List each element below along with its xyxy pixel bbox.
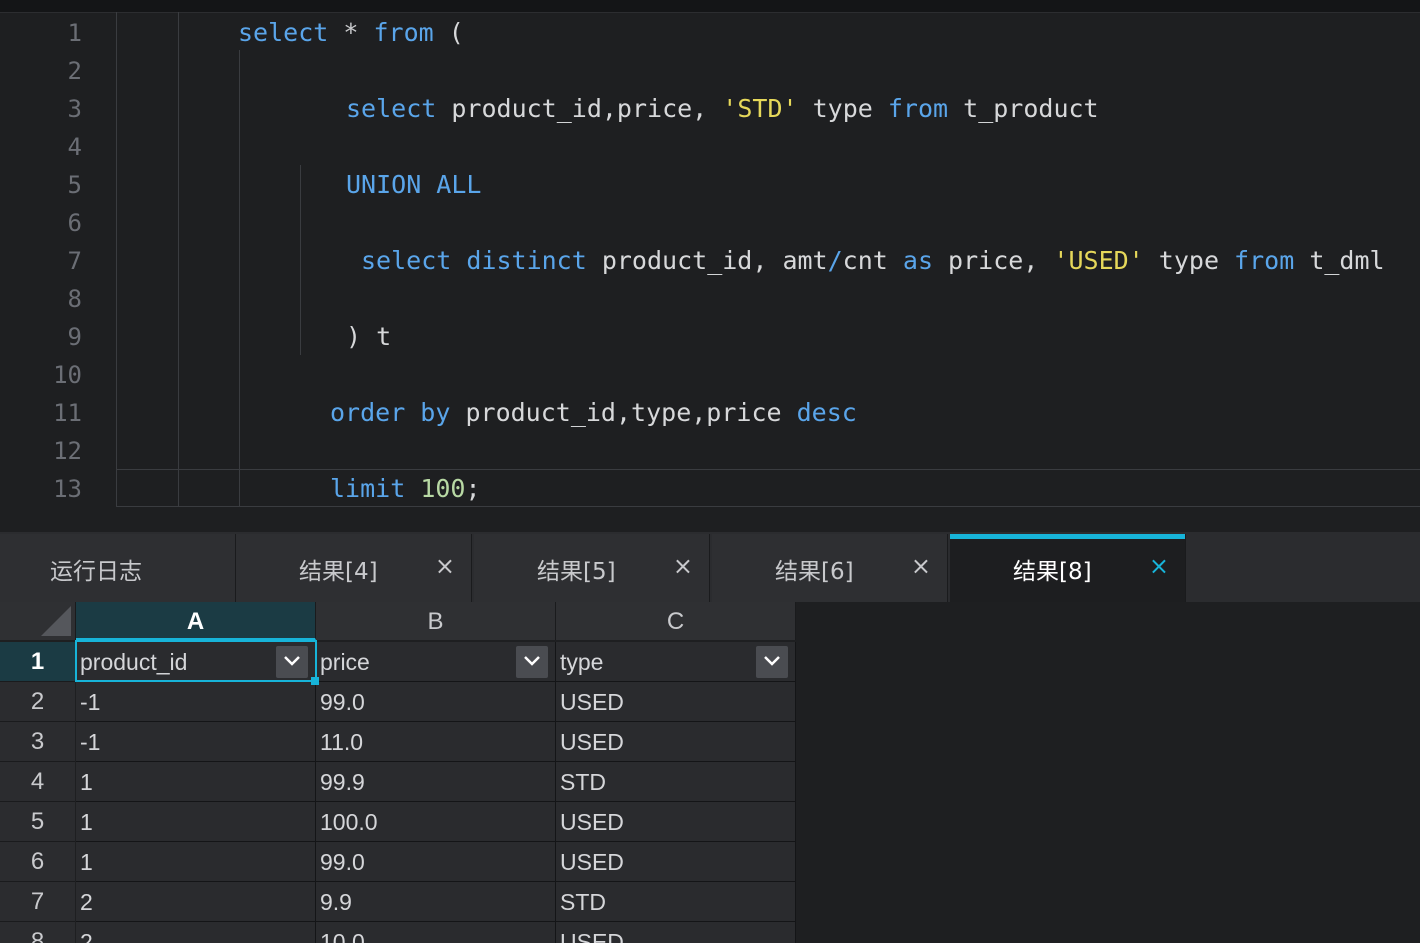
code-line-1: select * from ( (238, 18, 464, 47)
column-header-b[interactable]: B (316, 602, 556, 640)
line-number: 6 (67, 209, 82, 237)
tab-run-log[interactable]: 运行日志 (0, 534, 236, 602)
row-header[interactable]: 2 (0, 682, 75, 722)
close-icon[interactable]: × (435, 552, 455, 580)
row-header[interactable]: 4 (0, 762, 75, 802)
table-cell[interactable]: 1 (76, 802, 316, 842)
line-number: 7 (67, 247, 82, 275)
table-cell[interactable]: 11.0 (316, 722, 556, 762)
code-line-5: UNION ALL (346, 170, 482, 199)
code-line-7: select distinct product_id, amt/cnt as p… (361, 246, 1385, 275)
indent-guide (239, 50, 240, 506)
tab-result-4[interactable]: 结果[4] × (236, 534, 472, 602)
table-cell[interactable]: 9.9 (316, 882, 556, 922)
row-header[interactable]: 1 (0, 642, 75, 682)
table-cell[interactable]: 10.0 (316, 922, 556, 943)
row-header[interactable]: 5 (0, 802, 75, 842)
table-cell[interactable]: USED (556, 722, 796, 762)
selected-cell-outline (75, 640, 317, 682)
line-number: 1 (67, 19, 82, 47)
row-header[interactable]: 7 (0, 882, 75, 922)
line-number: 8 (67, 285, 82, 313)
table-cell[interactable]: 99.9 (316, 762, 556, 802)
row-header[interactable]: 8 (0, 922, 75, 943)
corner-triangle-icon (41, 606, 71, 636)
table-cell[interactable]: STD (556, 882, 796, 922)
code-line-3: select product_id,price, 'STD' type from… (346, 94, 1099, 123)
gutter-divider (116, 12, 117, 506)
table-cell[interactable]: 1 (76, 842, 316, 882)
line-number: 5 (67, 171, 82, 199)
code-line-9: ) t (346, 322, 392, 351)
table-cell[interactable]: USED (556, 922, 796, 943)
indent-guide (300, 165, 301, 355)
code-line-11: order by product_id,type,price desc (330, 398, 857, 427)
indent-guide (178, 12, 179, 506)
table-cell[interactable]: 2 (76, 882, 316, 922)
row-header[interactable]: 6 (0, 842, 75, 882)
line-number: 2 (67, 57, 82, 85)
tab-label: 结果[6] (775, 559, 854, 585)
line-number: 13 (53, 475, 82, 503)
line-number: 11 (53, 399, 82, 427)
table-cell[interactable]: 1 (76, 762, 316, 802)
line-number: 12 (53, 437, 82, 465)
tab-label: 运行日志 (50, 559, 142, 585)
line-number: 4 (67, 133, 82, 161)
table-cell[interactable]: USED (556, 842, 796, 882)
code-line-13: limit 100; (330, 474, 481, 503)
table-cell[interactable]: 2 (76, 922, 316, 943)
result-tab-bar: 运行日志 结果[4] × 结果[5] × 结果[6] × 结果[8] × (0, 532, 1420, 602)
table-cell[interactable]: 100.0 (316, 802, 556, 842)
line-number: 10 (53, 361, 82, 389)
close-icon[interactable]: × (673, 552, 693, 580)
close-icon[interactable]: × (911, 552, 931, 580)
tab-label: 结果[4] (299, 559, 378, 585)
fill-handle[interactable] (311, 677, 319, 685)
row-header[interactable]: 3 (0, 722, 75, 762)
sql-editor[interactable]: 1 2 3 4 5 6 7 8 9 10 11 12 13 select * f… (0, 0, 1420, 532)
table-cell[interactable]: STD (556, 762, 796, 802)
tab-result-6[interactable]: 结果[6] × (712, 534, 948, 602)
select-all-corner[interactable] (0, 602, 76, 640)
editor-top-bar (0, 0, 1420, 13)
filter-dropdown-button[interactable] (516, 646, 548, 678)
close-icon[interactable]: × (1149, 552, 1169, 580)
column-header-c[interactable]: C (556, 602, 796, 640)
column-header-a[interactable]: A (76, 602, 316, 640)
chevron-down-icon (524, 656, 540, 666)
table-cell[interactable]: 99.0 (316, 682, 556, 722)
table-cell[interactable]: USED (556, 682, 796, 722)
chevron-down-icon (764, 656, 780, 666)
header-cell-type[interactable]: type (556, 642, 796, 682)
tab-result-8[interactable]: 结果[8] × (950, 534, 1186, 602)
current-line-highlight (116, 469, 1420, 507)
table-cell[interactable]: USED (556, 802, 796, 842)
line-number: 3 (67, 95, 82, 123)
header-cell-price[interactable]: price (316, 642, 556, 682)
line-number: 9 (67, 323, 82, 351)
active-tab-indicator (950, 534, 1185, 539)
tab-label: 结果[5] (537, 559, 616, 585)
filter-dropdown-button[interactable] (756, 646, 788, 678)
result-grid: A B C 1 2 3 4 5 6 7 8 product_id price t… (0, 602, 1420, 943)
table-cell[interactable]: 99.0 (316, 842, 556, 882)
table-cell[interactable]: -1 (76, 722, 316, 762)
tab-result-5[interactable]: 结果[5] × (474, 534, 710, 602)
table-cell[interactable]: -1 (76, 682, 316, 722)
tab-label: 结果[8] (1013, 559, 1092, 585)
